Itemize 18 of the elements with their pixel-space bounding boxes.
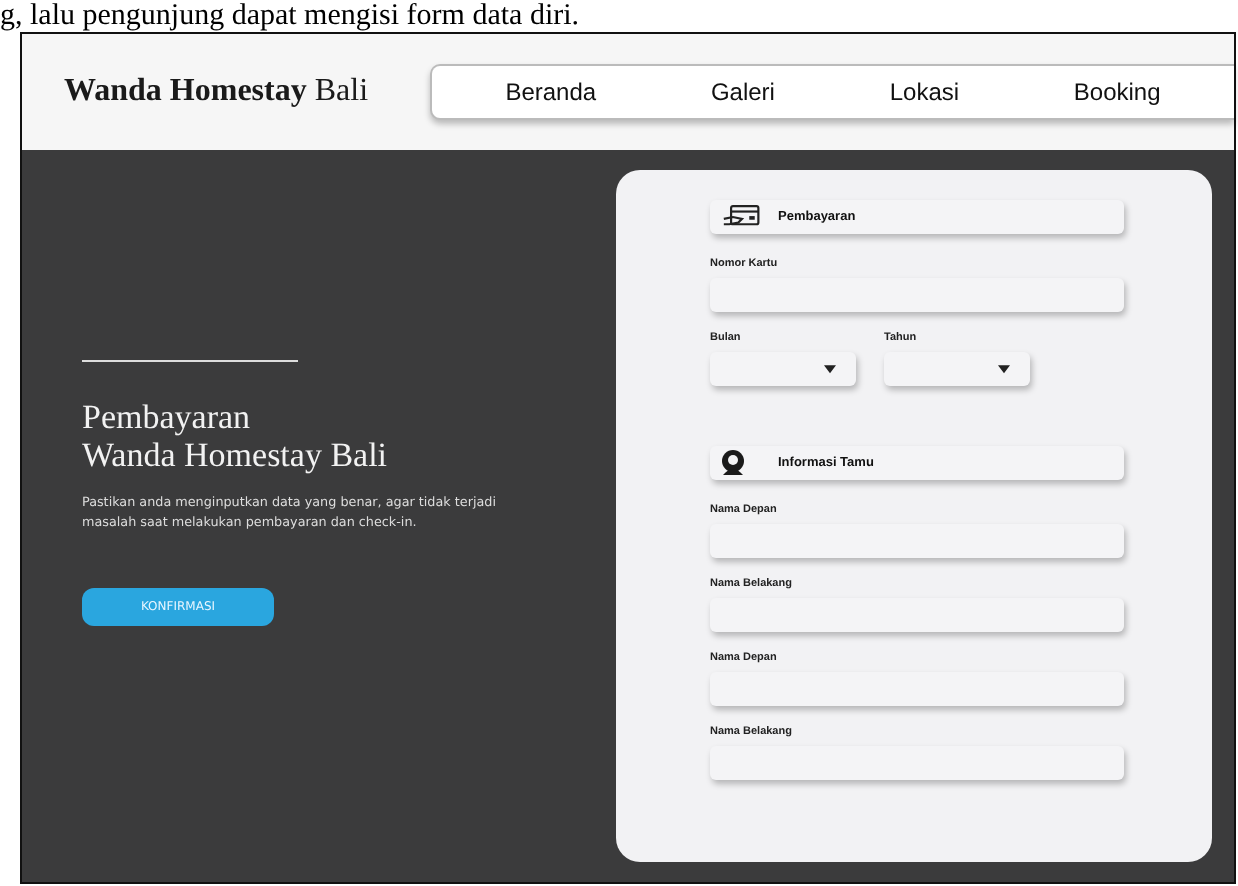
nav-link[interactable]: Beranda [505, 78, 597, 106]
input-field[interactable] [710, 598, 1124, 632]
input-field[interactable] [710, 278, 1124, 312]
select-dropdown[interactable] [710, 352, 856, 386]
brand-title: Wanda Homestay Bali [64, 74, 369, 110]
hero-title: Pembayaran Wanda Homestay Bali [82, 398, 390, 474]
chevron-down-icon [998, 364, 1010, 374]
nav-link[interactable]: Booking [1073, 78, 1161, 106]
nav-link[interactable]: Galeri [710, 78, 775, 106]
caption-text: g, lalu pengunjung dapat mengisi form data diri. [0, 0, 582, 32]
input-field[interactable] [710, 746, 1124, 780]
nav-link[interactable]: Lokasi [889, 78, 960, 106]
input-field[interactable] [710, 524, 1124, 558]
card-hand-icon [722, 204, 762, 230]
input-field[interactable] [710, 672, 1124, 706]
chevron-down-icon [824, 364, 836, 374]
select-dropdown[interactable] [884, 352, 1030, 386]
user-icon [722, 450, 744, 476]
